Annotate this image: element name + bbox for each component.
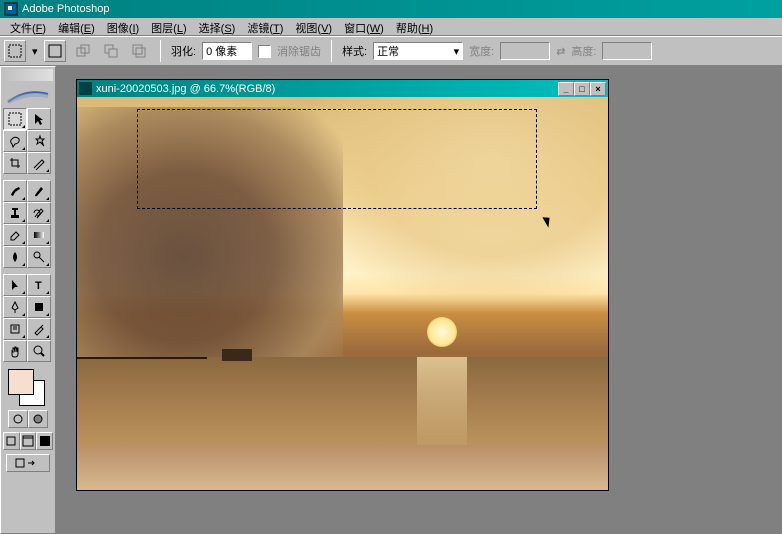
- menu-layer[interactable]: 图层(L): [145, 18, 192, 35]
- screen-full-button[interactable]: [36, 432, 53, 450]
- magic-wand-tool[interactable]: [27, 130, 51, 152]
- divider: [331, 40, 332, 62]
- shape-tool[interactable]: [27, 296, 51, 318]
- selection-subtract-button[interactable]: [100, 40, 122, 62]
- minimize-button[interactable]: _: [558, 82, 574, 96]
- menu-image[interactable]: 图像(I): [101, 18, 145, 35]
- antialias-checkbox: [258, 45, 271, 58]
- feather-label: 羽化:: [171, 43, 196, 59]
- style-label: 样式:: [342, 43, 367, 59]
- history-brush-tool[interactable]: [27, 202, 51, 224]
- document-titlebar[interactable]: xuni-20020503.jpg @ 66.7%(RGB/8) _ □ ×: [77, 80, 608, 97]
- options-bar: ▾ 羽化: 消除锯齿 样式: 正常 ▾ 宽度: ⇄ 高度:: [0, 36, 782, 66]
- toolbox: T: [0, 66, 56, 534]
- feather-input[interactable]: [202, 42, 252, 60]
- maximize-button[interactable]: □: [574, 82, 590, 96]
- width-input: [500, 42, 550, 60]
- image-content: [77, 107, 343, 357]
- blur-tool[interactable]: [3, 246, 27, 268]
- current-tool-preview[interactable]: [4, 40, 26, 62]
- document-icon: [79, 82, 92, 95]
- type-tool[interactable]: T: [27, 274, 51, 296]
- image-content: [77, 445, 608, 490]
- dodge-tool[interactable]: [27, 246, 51, 268]
- pen-tool[interactable]: [3, 296, 27, 318]
- canvas-area: xuni-20020503.jpg @ 66.7%(RGB/8) _ □ ×: [56, 66, 782, 534]
- move-tool[interactable]: [27, 108, 51, 130]
- height-input: [602, 42, 652, 60]
- marquee-tool[interactable]: [3, 108, 27, 130]
- style-value: 正常: [377, 43, 399, 59]
- jump-to-button[interactable]: [6, 454, 50, 472]
- menu-filter[interactable]: 滤镜(T): [241, 18, 289, 35]
- lasso-tool[interactable]: [3, 130, 27, 152]
- crop-tool[interactable]: [3, 152, 27, 174]
- menu-edit[interactable]: 编辑(E): [52, 18, 101, 35]
- selection-new-button[interactable]: [44, 40, 66, 62]
- divider: [160, 40, 161, 62]
- document-canvas[interactable]: [77, 97, 608, 490]
- gradient-tool[interactable]: [27, 224, 51, 246]
- zoom-tool[interactable]: [27, 340, 51, 362]
- standard-mode-button[interactable]: [8, 410, 28, 428]
- style-select[interactable]: 正常 ▾: [373, 42, 463, 60]
- menu-select[interactable]: 选择(S): [193, 18, 242, 35]
- swap-wh-icon: ⇄: [556, 45, 565, 58]
- width-label: 宽度:: [469, 43, 494, 59]
- quickmask-mode-button[interactable]: [28, 410, 48, 428]
- toolbox-dragbar[interactable]: [3, 69, 53, 81]
- dropdown-arrow-icon[interactable]: ▾: [32, 43, 38, 59]
- path-select-tool[interactable]: [3, 274, 27, 296]
- notes-tool[interactable]: [3, 318, 27, 340]
- eyedropper-tool[interactable]: [27, 318, 51, 340]
- selection-add-button[interactable]: [72, 40, 94, 62]
- eraser-tool[interactable]: [3, 224, 27, 246]
- brush-tool[interactable]: [27, 180, 51, 202]
- app-icon: [4, 2, 18, 16]
- image-content: [417, 357, 467, 457]
- antialias-label: 消除锯齿: [277, 43, 321, 59]
- svg-text:T: T: [35, 280, 42, 292]
- document-title: xuni-20020503.jpg @ 66.7%(RGB/8): [96, 83, 275, 95]
- foreground-color-swatch[interactable]: [8, 369, 34, 395]
- screen-menubar-button[interactable]: [20, 432, 37, 450]
- image-content: [427, 317, 457, 347]
- dropdown-arrow-icon: ▾: [454, 45, 460, 58]
- menu-view[interactable]: 视图(V): [289, 18, 338, 35]
- app-title: Adobe Photoshop: [22, 3, 109, 15]
- image-content: [77, 357, 608, 457]
- image-content: [316, 97, 608, 297]
- menu-window[interactable]: 窗口(W): [338, 18, 390, 35]
- selection-intersect-button[interactable]: [128, 40, 150, 62]
- app-titlebar: Adobe Photoshop: [0, 0, 782, 18]
- height-label: 高度:: [571, 43, 596, 59]
- image-content: [77, 357, 207, 359]
- menubar: 文件(F) 编辑(E) 图像(I) 图层(L) 选择(S) 滤镜(T) 视图(V…: [0, 18, 782, 36]
- menu-file[interactable]: 文件(F): [4, 18, 52, 35]
- toolbox-brush-preview: [3, 84, 53, 108]
- healing-brush-tool[interactable]: [3, 180, 27, 202]
- screen-standard-button[interactable]: [3, 432, 20, 450]
- image-content: [222, 349, 252, 361]
- color-swatches: [3, 366, 53, 408]
- document-window: xuni-20020503.jpg @ 66.7%(RGB/8) _ □ ×: [76, 79, 609, 491]
- clone-stamp-tool[interactable]: [3, 202, 27, 224]
- workspace: T: [0, 66, 782, 534]
- close-button[interactable]: ×: [590, 82, 606, 96]
- hand-tool[interactable]: [3, 340, 27, 362]
- slice-tool[interactable]: [27, 152, 51, 174]
- menu-help[interactable]: 帮助(H): [390, 18, 439, 35]
